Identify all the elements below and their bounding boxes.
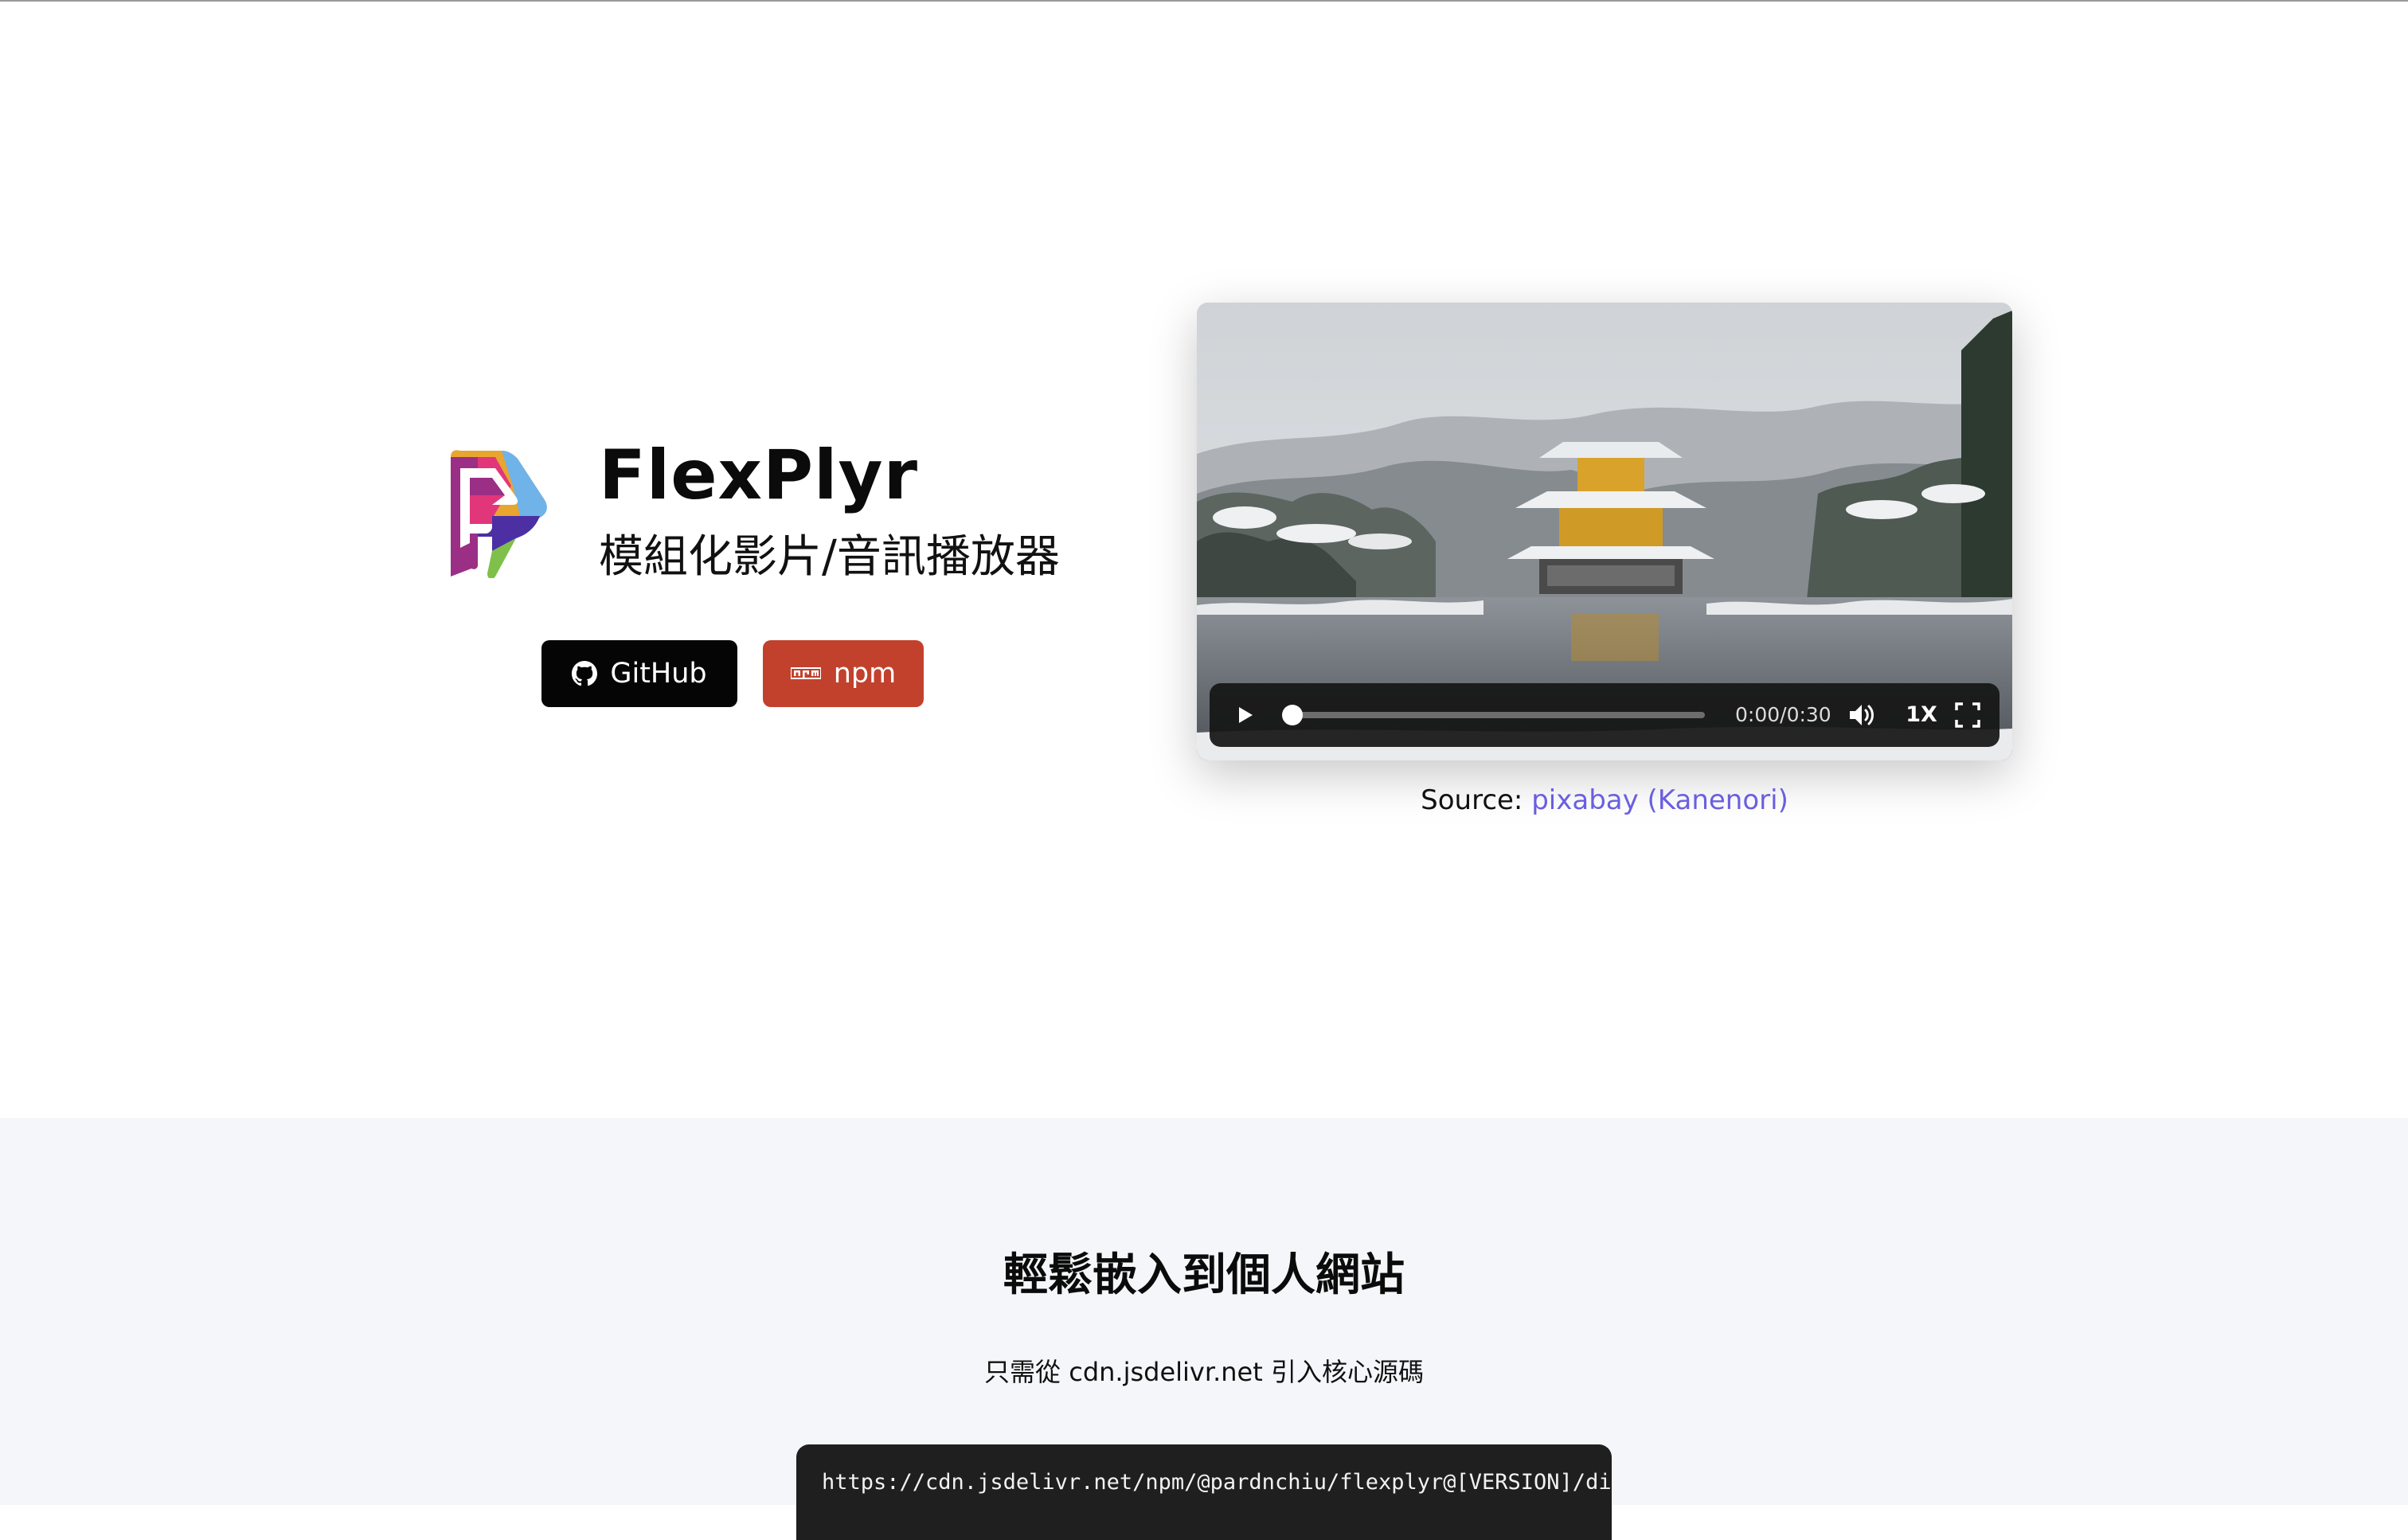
player-controls: 0:00/0:30 1X	[1210, 683, 2000, 747]
github-button[interactable]: GitHub	[541, 640, 737, 707]
playback-speed-button[interactable]: 1X	[1904, 701, 1939, 729]
npm-button[interactable]: npm	[763, 640, 924, 707]
flexplyr-logo	[451, 450, 547, 578]
hero-section: FlexPlyr 模組化影片/音訊播放器 GitHub npm 0:00/0:3…	[0, 2, 2408, 1118]
embed-title: 輕鬆嵌入到個人網站	[1003, 1249, 1405, 1301]
page-subtitle: 模組化影片/音訊播放器	[599, 531, 1060, 583]
page-title: FlexPlyr	[599, 436, 919, 515]
github-icon	[572, 661, 598, 686]
source-prefix: Source:	[1421, 784, 1523, 816]
cdn-url-code[interactable]: https://cdn.jsdelivr.net/npm/@pardnchiu/…	[822, 1468, 1612, 1497]
fullscreen-icon[interactable]	[1953, 701, 1982, 729]
volume-icon[interactable]	[1847, 701, 1877, 729]
progress-thumb[interactable]	[1282, 705, 1303, 725]
npm-button-label: npm	[833, 658, 897, 690]
embed-section: 輕鬆嵌入到個人網站 只需從 cdn.jsdelivr.net 引入核心源碼 ht…	[0, 1118, 2408, 1540]
play-icon[interactable]	[1232, 702, 1257, 728]
pixabay-link[interactable]: pixabay (Kanenori)	[1531, 784, 1788, 816]
embed-description: 只需從 cdn.jsdelivr.net 引入核心源碼	[984, 1357, 1424, 1387]
npm-icon	[790, 667, 821, 679]
time-display: 0:00/0:30	[1735, 703, 1831, 726]
video-source-credit: Source: pixabay (Kanenori)	[1197, 782, 2012, 819]
video-player[interactable]: 0:00/0:30 1X	[1197, 303, 2012, 760]
github-button-label: GitHub	[610, 658, 707, 690]
progress-bar[interactable]	[1292, 712, 1705, 718]
code-block: https://cdn.jsdelivr.net/npm/@pardnchiu/…	[796, 1444, 1612, 1540]
